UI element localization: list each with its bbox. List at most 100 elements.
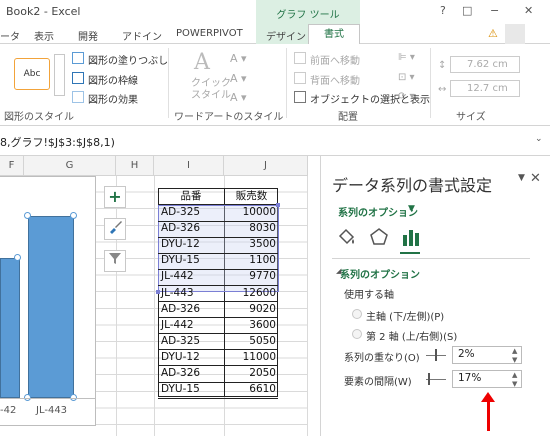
- pane-close-button[interactable]: ✕: [530, 171, 541, 186]
- rotate-icon[interactable]: ⟳ ▾: [398, 91, 415, 102]
- pane-separator: [332, 258, 530, 259]
- selection-handle[interactable]: [70, 212, 77, 219]
- text-fill-icon[interactable]: A ▾: [230, 52, 247, 65]
- chart-bar-jl443[interactable]: [28, 216, 74, 398]
- tab-addins[interactable]: アドイン: [122, 28, 162, 43]
- cell-sales-count[interactable]: 1100: [225, 253, 276, 269]
- secondary-axis-label[interactable]: 第 2 軸 (上/右側)(S): [366, 328, 457, 343]
- effects-tab[interactable]: [368, 226, 390, 248]
- window-title: Book2 - Excel: [6, 5, 81, 18]
- cell-part-number[interactable]: JL-443: [161, 286, 223, 302]
- cell-sales-count[interactable]: 2050: [225, 366, 276, 382]
- column-header-h[interactable]: H: [116, 156, 154, 176]
- cell-part-number[interactable]: AD-326: [161, 221, 223, 237]
- paint-bucket-icon: [338, 228, 355, 245]
- formula-expand-icon[interactable]: ⌄: [535, 134, 543, 144]
- row-border: [158, 397, 278, 399]
- cell-part-number[interactable]: DYU-12: [161, 237, 223, 253]
- table-header-part[interactable]: 品番: [158, 189, 224, 205]
- chart-x-axis: [0, 398, 96, 399]
- text-outline-icon[interactable]: A ▾: [230, 72, 247, 85]
- range-handle[interactable]: [156, 290, 160, 294]
- series-options-dropdown[interactable]: 系列のオプション: [338, 204, 418, 219]
- width-input[interactable]: 12.7 cm: [450, 80, 520, 97]
- bring-forward-button[interactable]: 前面へ移動: [310, 52, 360, 67]
- cell-part-number[interactable]: JL-442: [161, 269, 223, 285]
- pane-options-arrow[interactable]: ▼: [518, 173, 525, 183]
- chart-bar-jl442[interactable]: [0, 258, 20, 398]
- chart-elements-button[interactable]: +: [104, 186, 126, 208]
- spin-down-icon[interactable]: ▼: [512, 380, 517, 388]
- primary-axis-radio[interactable]: [352, 309, 362, 319]
- selection-pane-icon: [294, 91, 306, 103]
- cell-part-number[interactable]: DYU-15: [161, 253, 223, 269]
- fill-line-tab[interactable]: [336, 226, 358, 248]
- cell-part-number[interactable]: AD-325: [161, 205, 223, 221]
- cell-part-number[interactable]: DYU-12: [161, 350, 223, 366]
- chart-styles-button[interactable]: [104, 218, 126, 240]
- shape-effects-icon: [72, 91, 84, 103]
- minimize-button[interactable]: −: [490, 4, 499, 17]
- cell-sales-count[interactable]: 6610: [225, 382, 276, 398]
- cell-part-number[interactable]: JL-442: [161, 318, 223, 334]
- primary-axis-label[interactable]: 主軸 (下/左側)(P): [366, 308, 444, 323]
- cell-part-number[interactable]: DYU-15: [161, 382, 223, 398]
- width-icon: ↔: [438, 84, 447, 95]
- tab-developer[interactable]: 開発: [78, 28, 98, 43]
- spin-down-icon[interactable]: ▼: [512, 356, 517, 364]
- cell-part-number[interactable]: AD-326: [161, 366, 223, 382]
- overlap-value[interactable]: 2%: [458, 348, 475, 360]
- cell-part-number[interactable]: AD-326: [161, 302, 223, 318]
- cell-sales-count[interactable]: 9770: [225, 269, 276, 285]
- range-handle[interactable]: [276, 203, 280, 207]
- shape-style-preview[interactable]: Abc: [14, 58, 50, 90]
- column-header-i[interactable]: I: [154, 156, 224, 176]
- cell-sales-count[interactable]: 11000: [225, 350, 276, 366]
- cell-part-number[interactable]: AD-325: [161, 334, 223, 350]
- cell-sales-count[interactable]: 10000: [225, 205, 276, 221]
- tab-format[interactable]: 書式: [308, 24, 360, 45]
- tab-data[interactable]: ータ: [0, 28, 20, 43]
- cell-sales-count[interactable]: 3600: [225, 318, 276, 334]
- close-button[interactable]: ✕: [524, 4, 533, 17]
- cell-sales-count[interactable]: 9020: [225, 302, 276, 318]
- cell-sales-count[interactable]: 5050: [225, 334, 276, 350]
- spin-up-icon[interactable]: ▲: [512, 347, 517, 355]
- column-header-g[interactable]: G: [24, 156, 116, 176]
- secondary-axis-radio[interactable]: [352, 329, 362, 339]
- send-backward-button[interactable]: 背面へ移動: [310, 72, 360, 87]
- restore-button[interactable]: □: [462, 4, 472, 17]
- group-icon[interactable]: ⊡ ▾: [398, 72, 415, 83]
- chart-filters-button[interactable]: [104, 250, 126, 272]
- help-button[interactable]: ?: [440, 4, 446, 17]
- cell-sales-count[interactable]: 3500: [225, 237, 276, 253]
- height-input[interactable]: 7.62 cm: [450, 56, 520, 73]
- overlap-slider-thumb[interactable]: [435, 349, 437, 361]
- cell-sales-count[interactable]: 8030: [225, 221, 276, 237]
- gap-width-value[interactable]: 17%: [458, 372, 481, 384]
- chevron-down-icon[interactable]: ▼: [408, 204, 415, 214]
- text-effects-icon[interactable]: A ▾: [230, 91, 247, 104]
- gap-slider-thumb[interactable]: [428, 373, 430, 385]
- column-header-j[interactable]: J: [224, 156, 308, 176]
- selection-handle[interactable]: [24, 212, 31, 219]
- quick-style-button[interactable]: クイック スタイル: [186, 78, 236, 102]
- table-header-sales[interactable]: 販売数: [225, 189, 278, 205]
- chart-tools-label: グラフ ツール: [276, 10, 340, 21]
- shape-style-gallery-scroll[interactable]: [54, 54, 65, 96]
- align-icon[interactable]: ⊫ ▾: [398, 52, 415, 63]
- tab-view[interactable]: 表示: [34, 28, 54, 43]
- column-header-f[interactable]: F: [0, 156, 24, 176]
- formula-text[interactable]: 8,グラフ!$J$3:$J$8,1): [0, 134, 115, 150]
- shape-effects-button[interactable]: 図形の効果: [88, 91, 138, 106]
- spin-up-icon[interactable]: ▲: [512, 371, 517, 379]
- tab-design[interactable]: デザイン: [266, 28, 306, 43]
- section-series-options[interactable]: 系列のオプション: [340, 266, 420, 281]
- tab-powerpivot[interactable]: POWERPIVOT: [176, 28, 243, 39]
- shape-fill-button[interactable]: 図形の塗りつぶし: [88, 52, 168, 67]
- cell-sales-count[interactable]: 12600: [225, 286, 276, 302]
- series-options-tab[interactable]: [400, 226, 422, 248]
- shape-outline-button[interactable]: 図形の枠線: [88, 72, 138, 87]
- user-avatar[interactable]: [505, 24, 525, 44]
- selection-handle[interactable]: [14, 254, 21, 261]
